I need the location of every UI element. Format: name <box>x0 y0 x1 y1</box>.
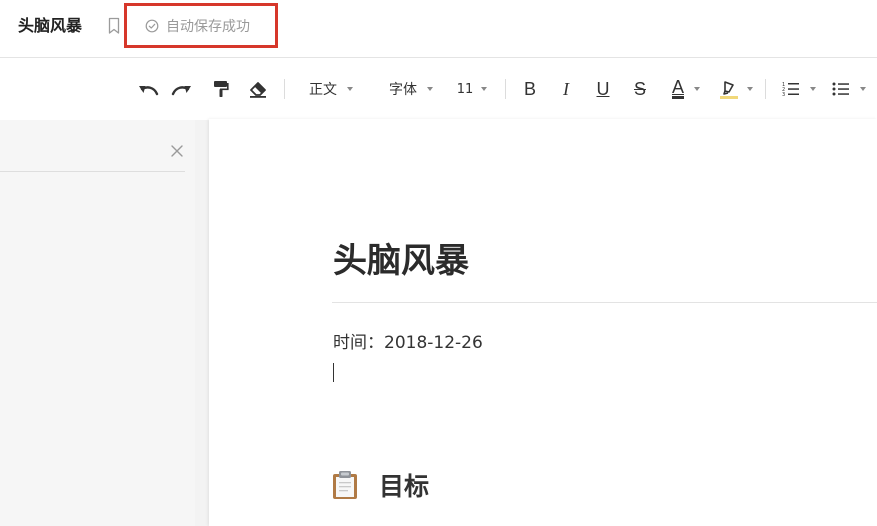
paragraph-style-label: 正文 <box>309 82 337 98</box>
bold-button[interactable]: B <box>520 78 540 100</box>
formatting-toolbar: 正文 字体 11 B I U S A 1 2 3 <box>0 58 877 120</box>
font-color-button[interactable]: A <box>666 78 706 100</box>
save-status-indicator: 自动保存成功 <box>124 3 278 48</box>
redo-icon <box>171 86 191 96</box>
italic-button[interactable]: I <box>556 78 576 100</box>
outline-side-panel <box>0 120 195 526</box>
format-painter-button[interactable] <box>211 78 231 100</box>
toolbar-divider <box>284 79 285 99</box>
paragraph-style-dropdown[interactable]: 正文 <box>300 78 362 100</box>
ordered-list-icon: 1 2 3 <box>782 82 799 97</box>
highlight-icon <box>720 81 738 99</box>
document-title[interactable]: 头脑风暴 <box>18 15 82 37</box>
underline-button[interactable]: U <box>593 78 613 100</box>
close-icon[interactable] <box>170 144 184 158</box>
check-circle-icon <box>145 19 159 32</box>
font-size-label: 11 <box>456 81 474 97</box>
bullet-list-icon <box>832 82 849 96</box>
chevron-down-icon <box>694 87 700 91</box>
bullet-list-button[interactable] <box>828 78 870 100</box>
undo-button[interactable] <box>136 78 160 100</box>
chevron-down-icon <box>427 87 433 91</box>
side-panel-divider <box>0 171 185 172</box>
ordered-list-button[interactable]: 1 2 3 <box>778 78 820 100</box>
chevron-down-icon <box>481 87 488 91</box>
document-page[interactable]: 头脑风暴 时间：2018-12-26 目标 <box>209 119 877 526</box>
format-painter-icon <box>214 81 229 97</box>
font-color-icon: A <box>671 77 684 99</box>
redo-button[interactable] <box>170 78 194 100</box>
underline-icon: U <box>596 78 610 99</box>
toolbar-divider <box>505 79 506 99</box>
clear-format-button[interactable] <box>247 78 269 100</box>
section-heading[interactable]: 目标 <box>331 467 429 503</box>
font-family-label: 字体 <box>389 82 417 98</box>
toolbar-divider <box>765 79 766 99</box>
section-title: 目标 <box>379 472 430 501</box>
font-size-dropdown[interactable]: 11 <box>452 78 492 100</box>
italic-icon: I <box>563 78 569 99</box>
svg-text:3: 3 <box>782 92 785 97</box>
strikethrough-button[interactable]: S <box>630 78 650 100</box>
app-header: 头脑风暴 自动保存成功 <box>0 0 877 58</box>
heading-divider <box>332 302 877 303</box>
highlight-color-button[interactable] <box>716 78 756 100</box>
document-heading[interactable]: 头脑风暴 <box>333 239 469 283</box>
font-family-dropdown[interactable]: 字体 <box>380 78 442 100</box>
strikethrough-icon: S <box>633 78 646 99</box>
chevron-down-icon <box>747 87 753 91</box>
bookmark-icon[interactable] <box>108 17 120 35</box>
chevron-down-icon <box>860 87 866 91</box>
date-line[interactable]: 时间：2018-12-26 <box>333 332 483 354</box>
undo-icon <box>139 86 159 96</box>
text-cursor <box>333 363 334 382</box>
clipboard-icon <box>333 471 357 499</box>
chevron-down-icon <box>810 87 816 91</box>
eraser-icon <box>250 82 266 98</box>
bold-icon: B <box>523 78 536 99</box>
chevron-down-icon <box>347 87 353 91</box>
save-status-text: 自动保存成功 <box>166 18 250 35</box>
